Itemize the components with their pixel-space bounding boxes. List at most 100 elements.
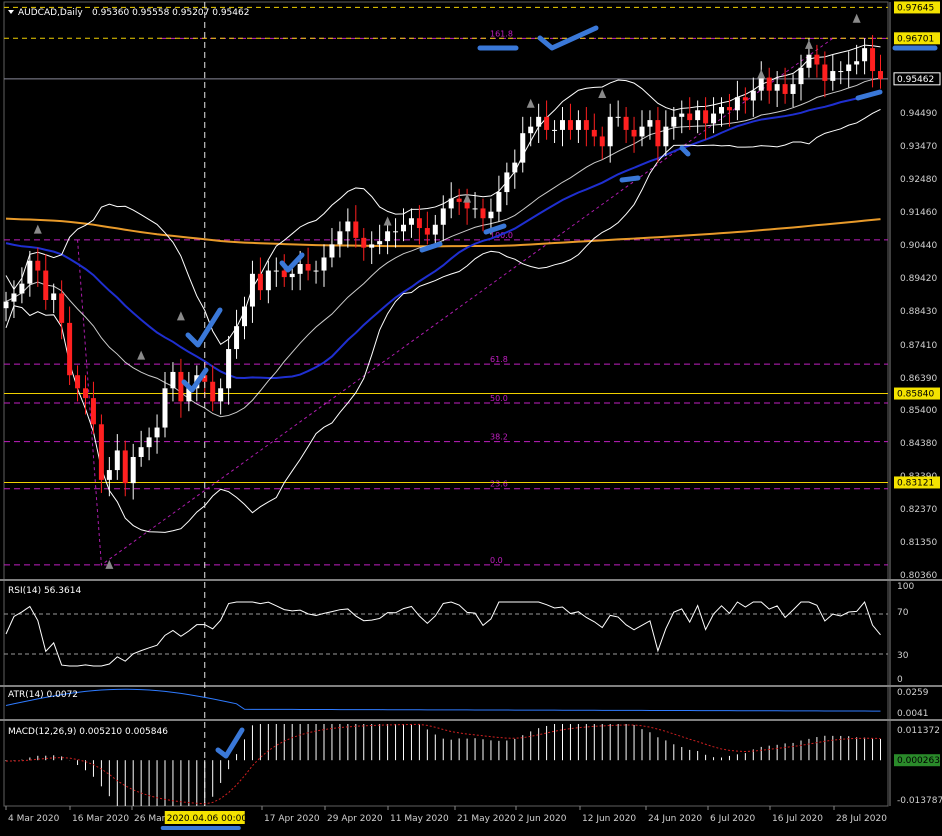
bollinger-upper [5, 44, 881, 345]
price-axis: 0.97645 0.96701 0.95462 0.94490 0.93470 0.924… [893, 1, 941, 581]
fractal-arrow-icon [176, 311, 185, 321]
fib-label: 50.0 [490, 394, 508, 403]
candle-body [480, 208, 486, 219]
price-tick-label: 0.90440 [900, 241, 937, 251]
fractal-arrow-icon [33, 224, 42, 234]
fib-label: 23.6 [490, 480, 508, 489]
candle-body [663, 126, 669, 147]
price-tick-label: 0.86390 [900, 374, 937, 384]
candle-body [178, 371, 184, 402]
rsi-label: RSI(14) 56.3614 [8, 586, 81, 596]
price-level-label: 0.85840 [897, 390, 934, 400]
candle-body [575, 120, 581, 130]
fib-label: 61.8 [490, 355, 508, 364]
candle-body [138, 447, 144, 457]
candle-body [758, 77, 764, 91]
symbol-label: AUDCAD,Daily [18, 8, 83, 18]
candle-body [854, 61, 860, 65]
candle-body [607, 116, 613, 147]
candle-body [249, 273, 255, 307]
candle-body [536, 116, 542, 127]
candle-body [218, 388, 224, 402]
audcad-daily-chart[interactable]: 161.8100.061.850.038.223.60.00.976450.96… [0, 0, 942, 832]
candle-body [711, 113, 717, 124]
candle-body [488, 211, 494, 219]
crosshair-date-label: 2020.04.06 00:00 [167, 814, 248, 824]
candle-body [679, 113, 685, 117]
price-tick-label: 0.93470 [900, 142, 937, 152]
candle-body [512, 162, 518, 173]
candle-body [440, 208, 446, 225]
price-level-label: 0.83121 [897, 478, 934, 488]
date-tick-label: 4 Mar 2020 [8, 814, 60, 824]
candle-body [647, 120, 653, 127]
candle-body [369, 244, 375, 248]
candle-body [639, 126, 645, 137]
candle-body [321, 257, 327, 271]
candle-body [90, 398, 96, 425]
candle-body [226, 349, 232, 389]
date-axis: 4 Mar 2020 16 Mar 2020 26 Mar 2020 17 Apr 2… [5, 806, 887, 824]
rsi-line [5, 601, 881, 667]
candle-body [130, 456, 136, 484]
price-tick-label: 0.87410 [900, 341, 937, 351]
date-tick-label: 29 Apr 2020 [327, 814, 383, 824]
candle-body [289, 273, 295, 278]
candle-body [623, 116, 629, 130]
candle-body [313, 270, 319, 272]
annotation-checkmark-icon [855, 89, 883, 101]
price-level-label: 0.95462 [897, 75, 934, 85]
date-tick-label: 17 Apr 2020 [264, 814, 320, 824]
candle-body [838, 71, 844, 73]
rsi-axis-label: 0 [897, 675, 903, 685]
candle-body [377, 241, 383, 245]
candle-body [265, 270, 271, 291]
macd-label: MACD(12,26,9) 0.005210 0.005846 [8, 727, 168, 737]
candle-body [35, 260, 41, 271]
candle-body [774, 84, 780, 91]
candle-body [19, 283, 25, 294]
candle-body [878, 71, 883, 79]
annotation-checkmark-icon [215, 727, 245, 759]
candle-body [43, 270, 49, 300]
chart-canvas[interactable]: 161.8100.061.850.038.223.60.00.976450.96… [0, 0, 942, 832]
date-tick-label: 16 Jul 2020 [772, 814, 823, 824]
candle-body [750, 90, 756, 101]
candle-body [51, 293, 57, 300]
fib-anchor-line [77, 37, 834, 566]
candle-body [448, 198, 454, 209]
atr-line [5, 688, 881, 712]
fractal-arrow-icon [137, 350, 146, 360]
price-tick-label: 0.88430 [900, 307, 937, 317]
candle-body [687, 113, 693, 121]
price-tick-label: 0.89420 [900, 274, 937, 284]
macd-axis-label: 0.011372 [897, 726, 940, 736]
candle-body [234, 326, 240, 350]
annotation-checkmark-icon [679, 145, 691, 157]
menu-triangle-icon [8, 10, 14, 14]
candle-body [385, 231, 391, 242]
candle-body [353, 221, 359, 238]
candle-body [122, 450, 128, 484]
candle-body [305, 264, 311, 271]
atr-axis-label: 0.0041 [897, 709, 929, 719]
candle-body [870, 48, 876, 72]
candle-body [615, 116, 621, 118]
candle-body [393, 231, 399, 233]
candle-body [719, 107, 724, 114]
candle-body [337, 231, 343, 245]
candle-body [726, 107, 732, 111]
candle-body [822, 64, 828, 81]
date-tick-label: 6 Jul 2020 [710, 814, 755, 824]
bollinger-lower [5, 109, 881, 533]
candle-body [345, 221, 351, 232]
fib-label: 38.2 [490, 433, 508, 442]
date-tick-label: 21 May 2020 [457, 814, 516, 824]
candle-body [456, 198, 462, 202]
price-tick-label: 0.85400 [900, 406, 937, 416]
annotation-checkmark-icon [185, 307, 223, 348]
candle-body [655, 120, 661, 147]
candle-body [273, 270, 279, 272]
candle-body [599, 136, 605, 147]
candle-body [297, 264, 303, 274]
